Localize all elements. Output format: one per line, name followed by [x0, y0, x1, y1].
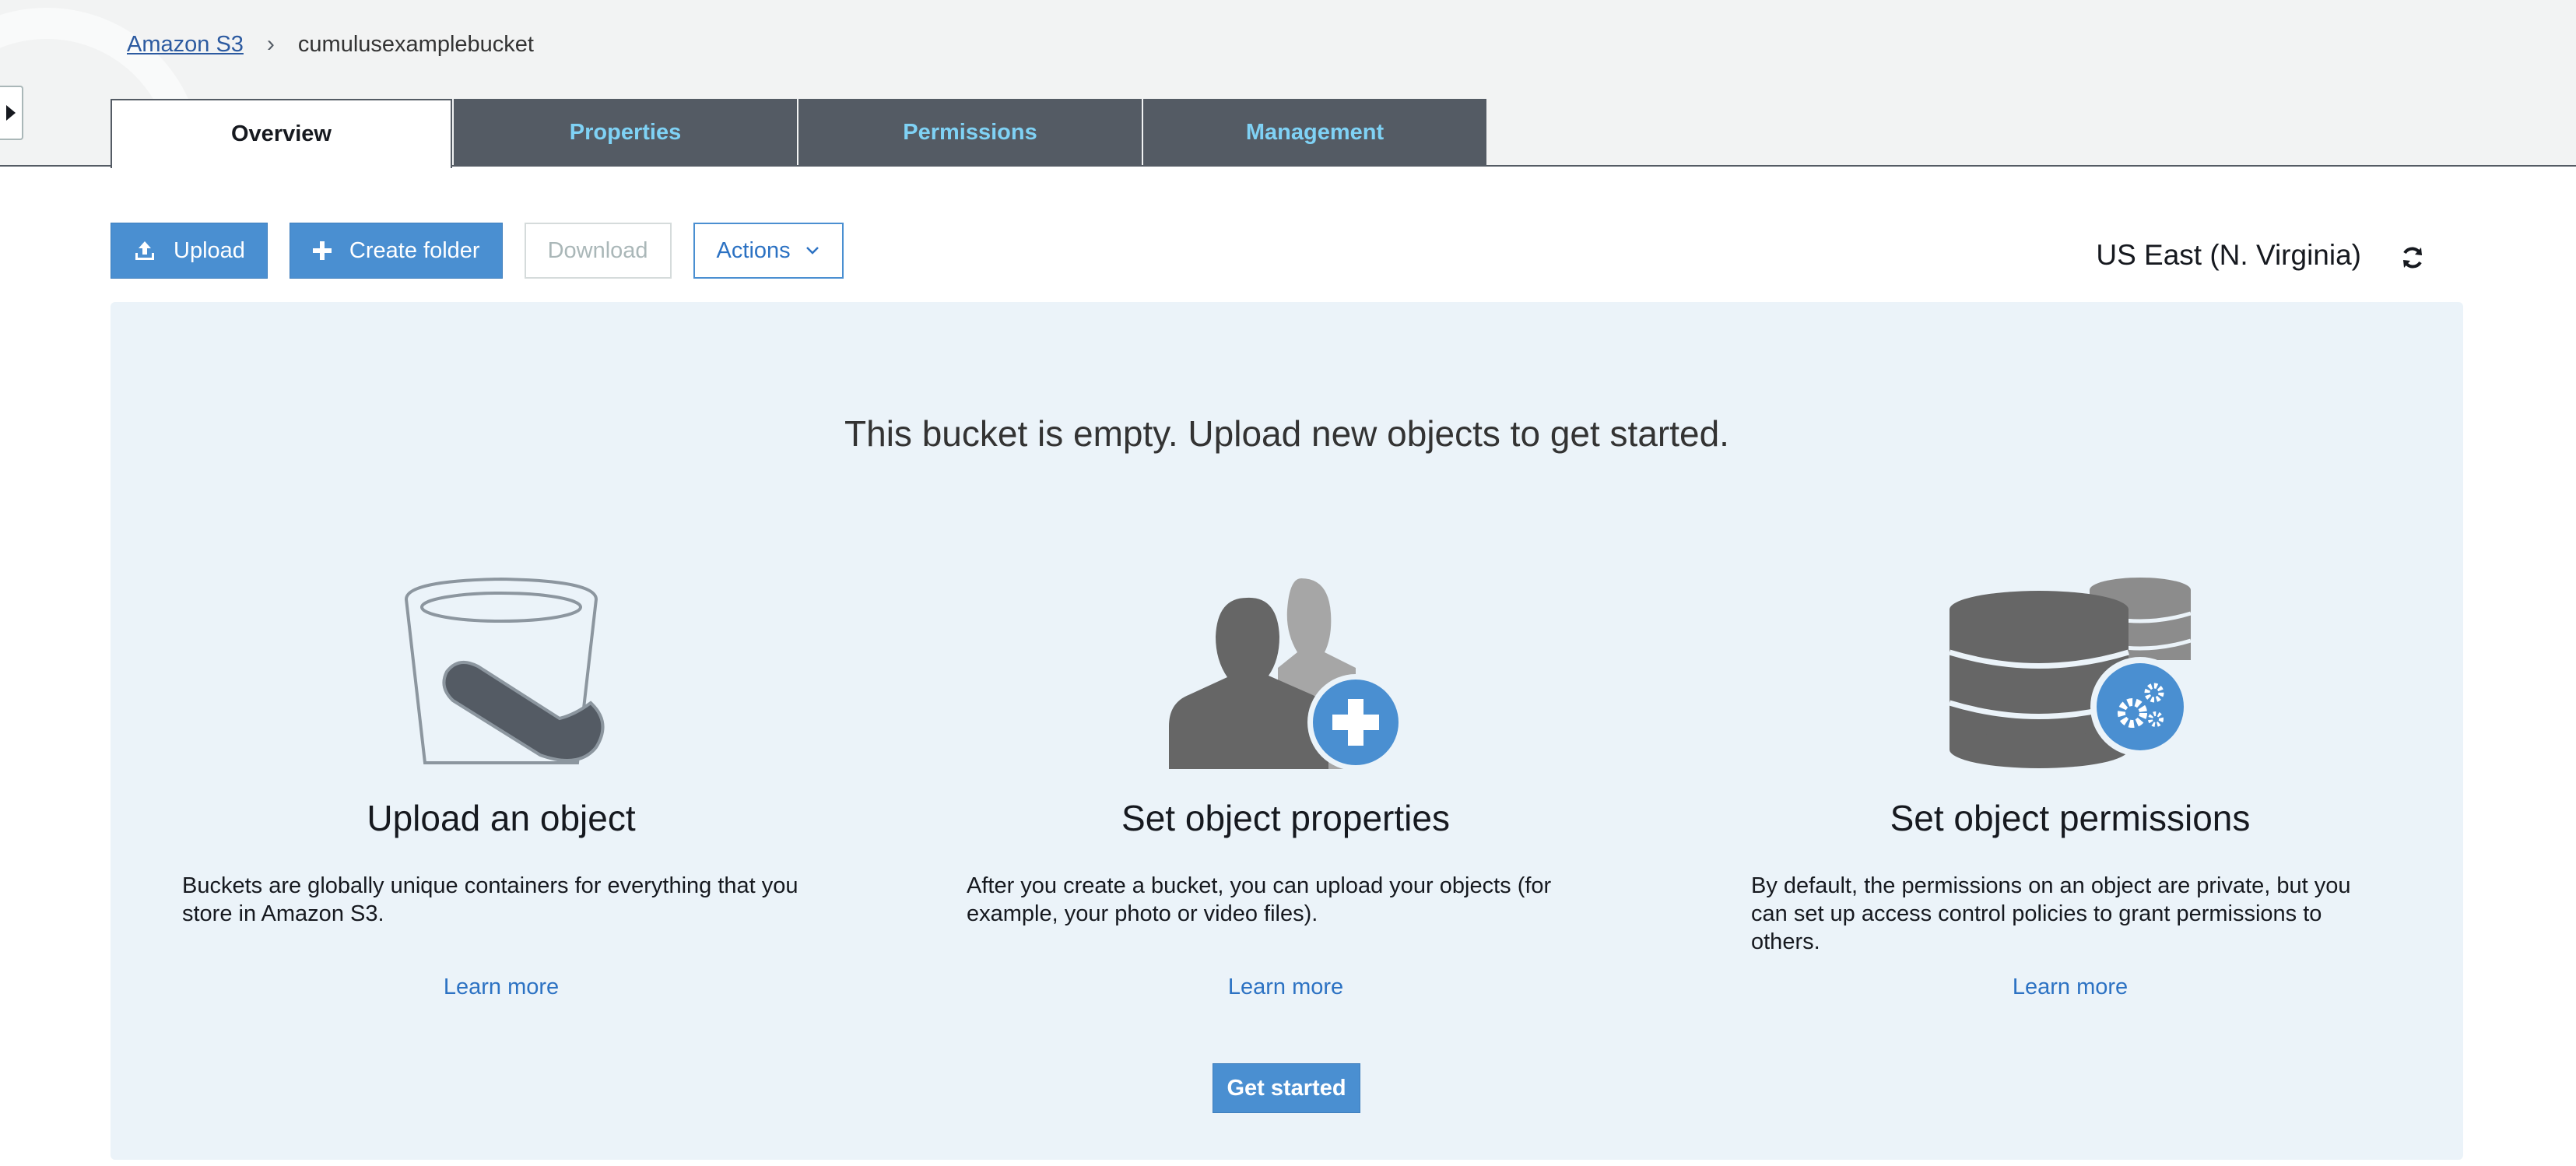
breadcrumb-current: cumulusexamplebucket	[297, 31, 534, 57]
empty-bucket-panel: This bucket is empty. Upload new objects…	[111, 302, 2463, 1160]
create-folder-button[interactable]: Create folder	[289, 223, 503, 279]
plus-icon	[312, 241, 332, 261]
actions-dropdown[interactable]: Actions	[693, 223, 844, 279]
upload-button-label: Upload	[174, 237, 245, 263]
chevron-down-icon	[805, 245, 820, 256]
sidebar-toggle-button[interactable]	[0, 86, 23, 140]
set-properties-description: After you create a bucket, you can uploa…	[967, 873, 1552, 926]
learn-more-link[interactable]: Learn more	[1228, 975, 1343, 1000]
region-label: US East (N. Virginia)	[2096, 239, 2361, 271]
tab-bar: Overview Properties Permissions Manageme…	[111, 99, 1486, 168]
bucket-icon	[182, 574, 820, 769]
breadcrumb: Amazon S3 › cumulusexamplebucket	[127, 29, 534, 60]
actions-dropdown-label: Actions	[716, 237, 791, 263]
tab-management[interactable]: Management	[1143, 99, 1486, 167]
refresh-icon[interactable]	[2397, 242, 2428, 273]
tab-permissions[interactable]: Permissions	[798, 99, 1142, 167]
caret-right-icon	[6, 105, 16, 121]
toolbar: Upload Create folder Download Actions	[111, 223, 844, 279]
database-gear-icon	[1751, 574, 2389, 769]
set-permissions-title: Set object permissions	[1890, 798, 2251, 838]
learn-more-link[interactable]: Learn more	[2013, 975, 2128, 1000]
upload-object-card: Upload an object Buckets are globally un…	[182, 574, 820, 1000]
get-started-button[interactable]: Get started	[1213, 1063, 1360, 1113]
upload-object-title: Upload an object	[367, 798, 636, 838]
set-properties-card: Set object properties After you create a…	[967, 574, 1605, 1000]
download-button[interactable]: Download	[524, 223, 672, 279]
upload-icon	[133, 239, 156, 262]
upload-button[interactable]: Upload	[111, 223, 268, 279]
tab-properties[interactable]: Properties	[454, 99, 797, 167]
learn-more-link[interactable]: Learn more	[444, 975, 559, 1000]
empty-bucket-message: This bucket is empty. Upload new objects…	[844, 413, 1729, 454]
set-properties-title: Set object properties	[1121, 798, 1450, 838]
create-folder-button-label: Create folder	[349, 237, 480, 263]
users-add-icon	[967, 574, 1605, 769]
breadcrumb-root-link[interactable]: Amazon S3	[127, 32, 244, 58]
set-permissions-card: Set object permissions By default, the p…	[1751, 574, 2389, 1000]
upload-object-description: Buckets are globally unique containers f…	[182, 873, 798, 926]
set-permissions-description: By default, the permissions on an object…	[1751, 873, 2351, 954]
breadcrumb-separator-icon: ›	[266, 31, 275, 57]
tab-overview[interactable]: Overview	[111, 99, 452, 168]
